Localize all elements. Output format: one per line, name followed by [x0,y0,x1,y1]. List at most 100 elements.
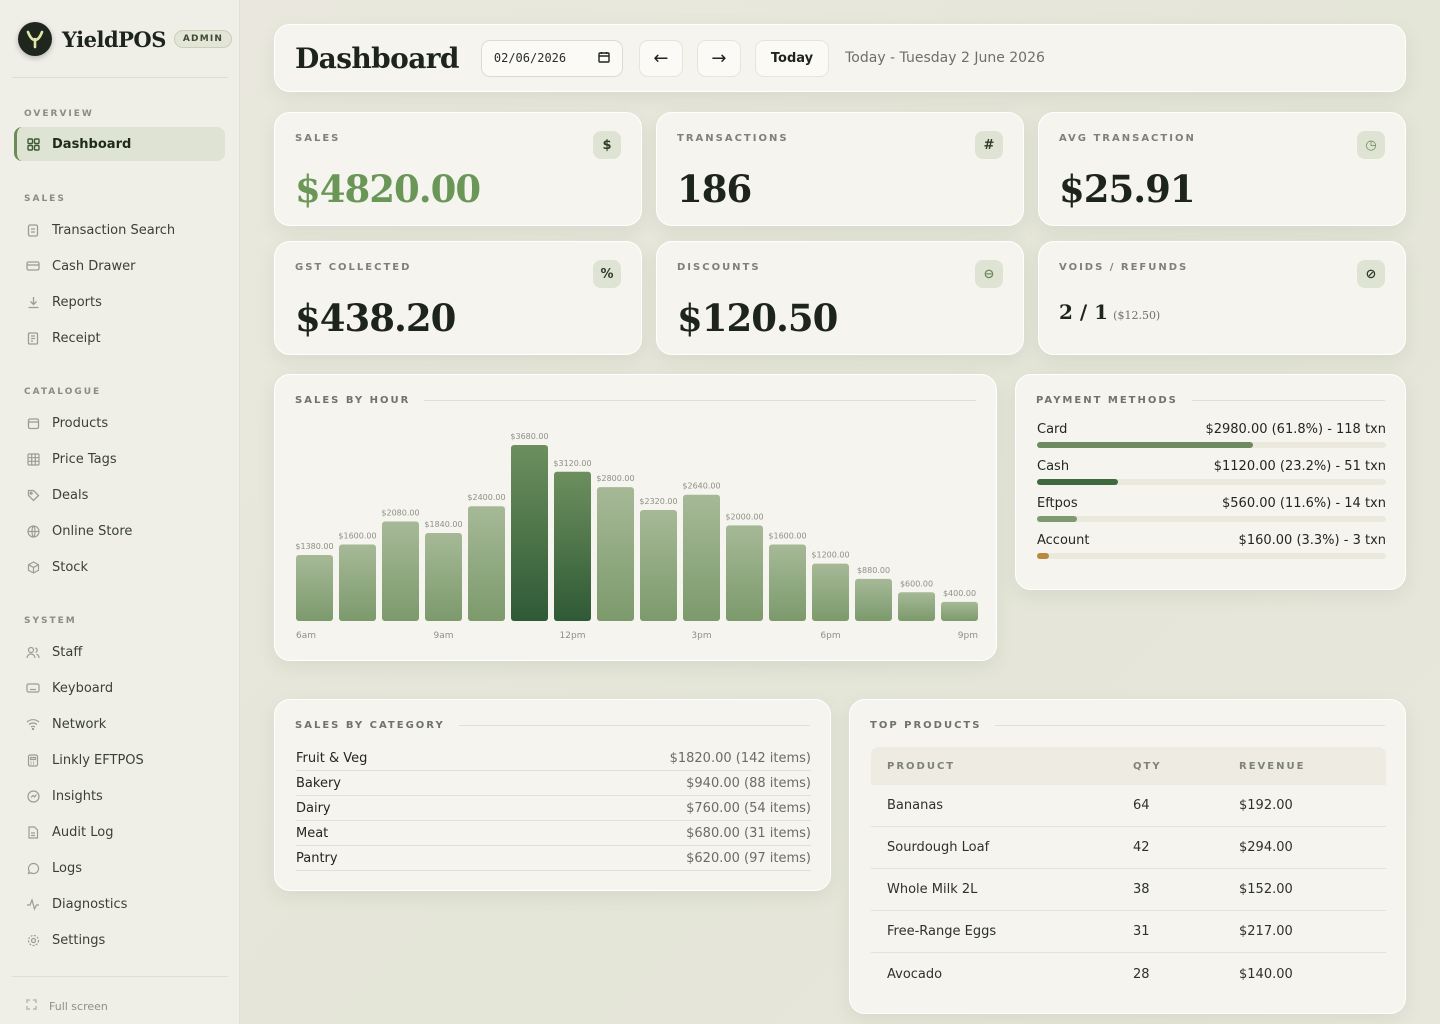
sidebar-item-stock[interactable]: Stock [14,550,225,584]
next-day-button[interactable]: → [696,39,741,77]
bar-value-label: $1600.00 [338,531,376,540]
sidebar-item-deals[interactable]: Deals [14,478,225,512]
sidebar-item-label: Stock [52,559,88,575]
sidebar-item-insights[interactable]: Insights [14,779,225,813]
sidebar-item-online-store[interactable]: Online Store [14,514,225,548]
column-header-qty[interactable]: QTY [1133,747,1162,785]
download-icon [26,295,40,309]
bar-value-label: $1600.00 [768,531,806,540]
category-row: Bakery $940.00 (88 items) [296,771,811,796]
table-row[interactable]: Free-Range Eggs 31 $217.00 [871,911,1386,953]
date-value: 02/06/2026 [493,51,567,65]
today-button[interactable]: Today [754,39,830,77]
chart-bar[interactable] [382,521,419,621]
x-tick-label: 6am [296,631,316,641]
category-value: $620.00 (97 items) [686,850,811,866]
chat-icon [26,861,40,875]
sidebar-item-settings[interactable]: Settings [14,923,225,957]
column-header-revenue[interactable]: REVENUE [1239,747,1305,785]
calendar-icon[interactable] [598,51,610,66]
payment-bar-track [1037,516,1386,522]
product-name: Whole Milk 2L [887,882,978,897]
table-row[interactable]: Sourdough Loaf 42 $294.00 [871,827,1386,869]
voids-count: 2 / 1 [1059,300,1109,324]
chart-bar[interactable] [339,544,376,621]
date-picker-input[interactable]: 02/06/2026 [480,39,623,77]
table-row[interactable]: Bananas 64 $192.00 [871,785,1386,827]
brand[interactable]: YieldPOS ADMIN [18,22,233,56]
table-row[interactable]: Avocado 28 $140.00 [871,953,1386,995]
sidebar-item-logs[interactable]: Logs [14,851,225,885]
chart-bar[interactable] [941,601,978,621]
section-label-system: SYSTEM [24,616,77,626]
sidebar-item-reports[interactable]: Reports [14,285,225,319]
chart-bar[interactable] [511,445,548,621]
payment-row-card: Card $2980.00 (61.8%) - 118 txn [1037,422,1386,448]
payment-name: Card [1037,422,1068,437]
title-rule [995,725,1385,726]
page-title: Dashboard [295,41,459,75]
document-icon [26,223,40,237]
category-name: Pantry [296,850,338,866]
chart-bar[interactable] [554,471,591,621]
x-tick-label: 6pm [820,631,840,641]
sidebar-item-network[interactable]: Network [14,707,225,741]
category-name: Bakery [296,775,341,791]
sidebar-item-keyboard[interactable]: Keyboard [14,671,225,705]
category-row: Dairy $760.00 (54 items) [296,796,811,821]
stat-value: 186 [677,167,752,211]
sidebar-item-price-tags[interactable]: Price Tags [14,442,225,476]
stat-card-avg-transaction: AVG TRANSACTION ◷ $25.91 [1038,112,1406,226]
product-name: Avocado [887,966,943,982]
sales-by-category-title: SALES BY CATEGORY [295,720,810,731]
chart-bar[interactable] [640,510,677,621]
chart-bar[interactable] [726,525,763,621]
sidebar-item-cash-drawer[interactable]: Cash Drawer [14,249,225,283]
sidebar-item-receipt[interactable]: Receipt [14,321,225,355]
cube-icon [26,560,40,574]
sidebar-item-linkly-eftpos[interactable]: Linkly EFTPOS [14,743,225,777]
bar-value-label: $1380.00 [295,542,333,551]
sidebar-item-audit-log[interactable]: Audit Log [14,815,225,849]
chart-bar[interactable] [683,494,720,621]
fullscreen-button[interactable]: Full screen [26,999,108,1013]
chart-bar[interactable] [597,487,634,621]
sidebar-item-label: Online Store [52,523,133,539]
payment-bar-track [1037,479,1386,485]
stat-label: VOIDS / REFUNDS [1059,262,1189,273]
stat-label: TRANSACTIONS [677,133,789,144]
chart-bar[interactable] [296,555,333,621]
fullscreen-label: Full screen [49,999,108,1013]
payment-row-account: Account $160.00 (3.3%) - 3 txn [1037,533,1386,559]
clock-icon: ◷ [1357,131,1385,159]
stat-label: GST COLLECTED [295,262,412,273]
payment-methods-title: PAYMENT METHODS [1036,395,1385,406]
chart-bar[interactable] [898,592,935,621]
sidebar-item-staff[interactable]: Staff [14,635,225,669]
sidebar-item-label: Settings [52,932,106,948]
payment-name: Eftpos [1037,496,1078,511]
previous-day-button[interactable]: ← [638,39,683,77]
bar-value-label: $2800.00 [596,474,634,483]
chart-bar[interactable] [855,578,892,621]
payment-name: Account [1037,533,1090,548]
receipt-icon [26,331,40,345]
chart-bar[interactable] [769,544,806,621]
product-revenue: $152.00 [1239,882,1293,897]
sidebar-item-transaction-search[interactable]: Transaction Search [14,213,225,247]
sidebar-item-products[interactable]: Products [14,406,225,440]
table-row[interactable]: Whole Milk 2L 38 $152.00 [871,869,1386,911]
chart-bar[interactable] [812,563,849,621]
section-title: TOP PRODUCTS [870,720,982,731]
file-icon [26,825,40,839]
sidebar-item-label: Products [52,415,109,431]
chart-bar[interactable] [425,533,462,621]
chart-bar[interactable] [468,506,505,621]
column-header-product[interactable]: PRODUCT [887,747,955,785]
bar-value-label: $2320.00 [639,497,677,506]
sidebar-item-dashboard[interactable]: Dashboard [14,127,225,161]
payment-bar-track [1037,553,1386,559]
section-label-catalogue: CATALOGUE [24,387,102,397]
payment-name: Cash [1037,459,1070,474]
sidebar-item-diagnostics[interactable]: Diagnostics [14,887,225,921]
